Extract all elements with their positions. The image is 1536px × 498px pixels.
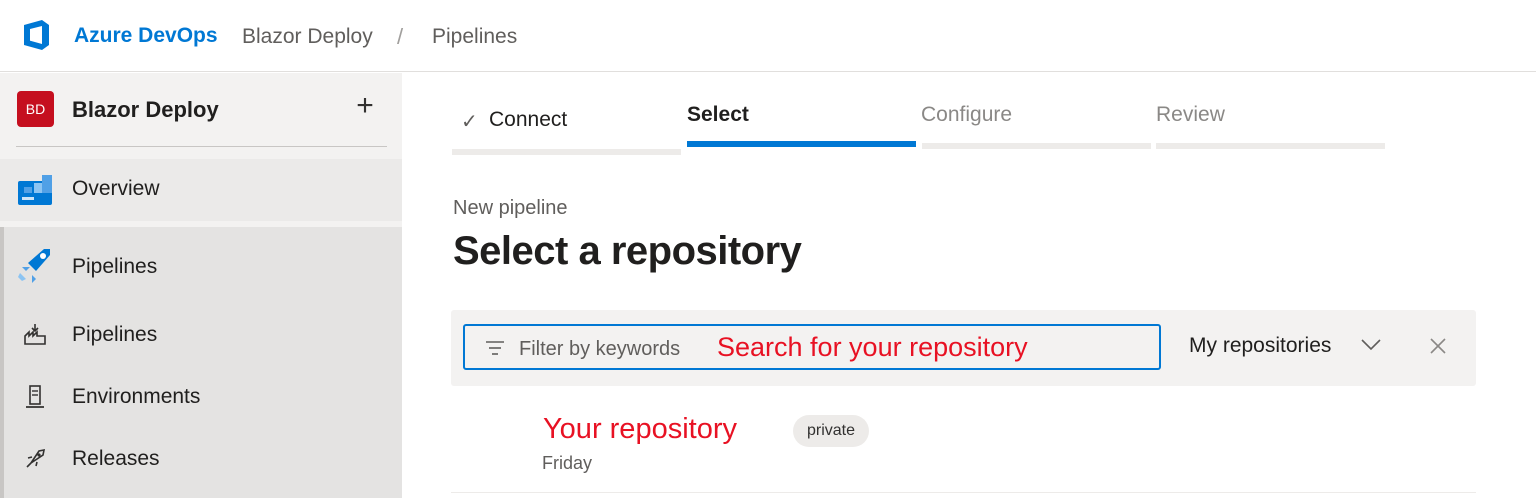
azure-devops-logo-icon[interactable] [18,17,54,53]
pipelines-icon [24,324,46,345]
sidebar-subitem-releases[interactable]: Releases [0,431,402,487]
check-icon: ✓ [461,111,478,133]
visibility-badge: private [793,415,870,447]
breadcrumb-pipelines[interactable]: Pipelines [432,25,517,49]
sidebar-subitem-label: Releases [72,447,160,470]
sidebar: BD Blazor Deploy + Overview Pipelines Pi… [0,73,402,498]
releases-icon [26,448,46,468]
close-icon[interactable] [1426,334,1450,358]
add-icon[interactable]: + [352,91,378,121]
page-subtitle: New pipeline [453,197,568,219]
page-title: Select a repository [453,229,802,273]
step-label: Select [687,103,749,126]
sidebar-item-label: Overview [72,177,160,200]
main-content: ✓ Connect Select Configure Review New pi… [403,73,1536,498]
step-label: Connect [489,108,568,131]
step-progress-bar [1156,143,1385,149]
search-input[interactable]: Filter by keywords Search for your repos… [463,324,1161,370]
filter-icon [486,341,504,355]
sidebar-item-overview[interactable]: Overview [0,159,402,221]
project-avatar: BD [17,91,54,127]
search-placeholder: Filter by keywords [519,338,681,360]
overview-icon [18,175,52,205]
sidebar-subitem-environments[interactable]: Environments [0,369,402,425]
step-label: Review [1156,103,1225,126]
sidebar-subitem-pipelines[interactable]: Pipelines [0,307,402,363]
step-progress-bar [687,141,916,147]
annotation-search: Search for your repository [717,332,1028,362]
breadcrumb-separator: / [397,24,404,49]
sidebar-item-label: Pipelines [72,255,158,278]
project-header[interactable]: BD Blazor Deploy + [0,73,402,147]
step-progress-bar [452,149,681,155]
chevron-down-icon[interactable] [1359,336,1383,352]
repository-scope-dropdown[interactable]: My repositories [1189,334,1331,358]
top-bar: Azure DevOps Blazor Deploy / Pipelines [0,0,1536,72]
divider [16,146,387,147]
repository-name[interactable]: Your repository [543,413,737,446]
sidebar-subitem-label: Environments [72,385,201,408]
breadcrumb-project[interactable]: Blazor Deploy [242,25,373,49]
environments-icon [26,385,44,408]
step-label: Configure [921,103,1013,126]
pipelines-hub-icon [18,249,50,283]
repository-updated: Friday [542,453,593,473]
step-progress-bar [922,143,1151,149]
list-item[interactable]: Your repository private Friday [451,403,1476,493]
project-name: Blazor Deploy [72,97,219,122]
filter-bar: Filter by keywords Search for your repos… [451,310,1476,386]
brand-name[interactable]: Azure DevOps [74,24,218,48]
sidebar-subitem-label: Pipelines [72,323,158,346]
sidebar-item-pipelines-hub[interactable]: Pipelines Pipelines Environments Release… [0,227,402,498]
